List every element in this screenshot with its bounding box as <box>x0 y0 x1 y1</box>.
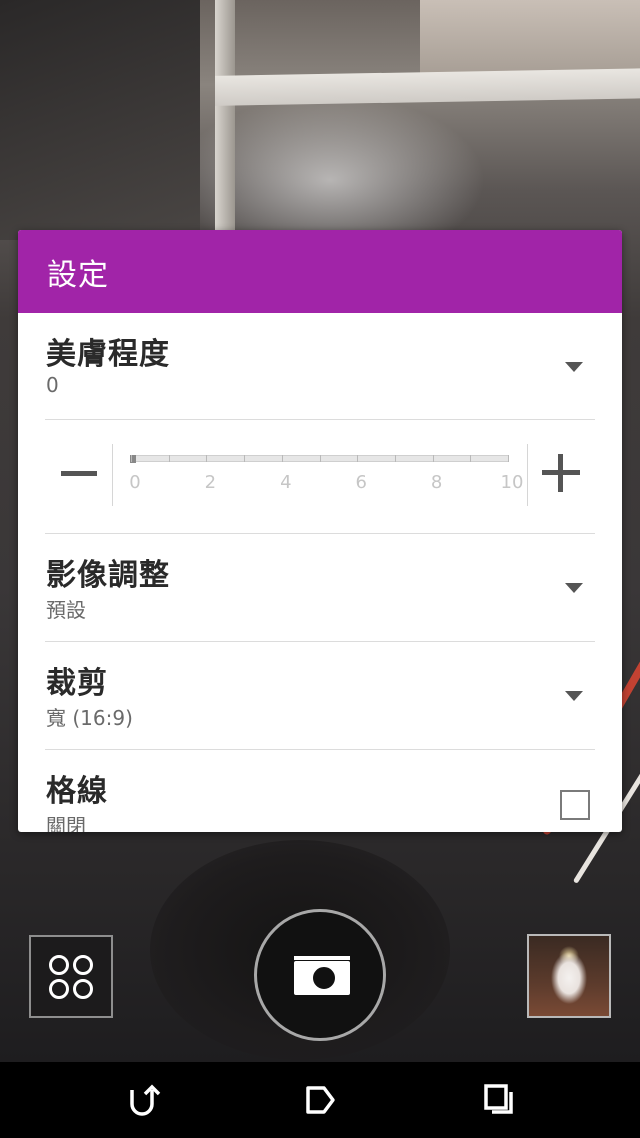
slider-tick <box>168 455 170 462</box>
crop-label: 裁剪 <box>46 666 108 701</box>
beauty-slider-row: 0 2 4 6 8 10 <box>45 420 595 534</box>
image-adjust-value: 預設 <box>46 598 86 622</box>
grid-lines-checkbox[interactable] <box>560 790 590 820</box>
recent-apps-button[interactable] <box>478 1082 518 1118</box>
settings-title: 設定 <box>47 257 109 293</box>
shutter-button[interactable] <box>254 909 386 1041</box>
four-circles-icon-part <box>73 955 93 975</box>
four-circles-icon-part <box>49 979 69 999</box>
settings-dialog: 設定 美膚程度 0 0 2 4 6 8 10 影像調整 預設 裁剪 寬 (16:… <box>18 230 622 832</box>
crop-row[interactable]: 裁剪 寬 (16:9) <box>45 642 595 750</box>
home-button[interactable] <box>300 1082 340 1118</box>
beauty-level-label: 美膚程度 <box>46 337 170 372</box>
home-tag-icon <box>306 1086 335 1114</box>
viewfinder-shadow <box>0 0 200 240</box>
triangle-down-icon[interactable] <box>565 691 583 701</box>
slider-tick-label: 4 <box>280 472 292 493</box>
image-adjust-row[interactable]: 影像調整 預設 <box>45 534 595 642</box>
viewfinder-post <box>215 0 235 240</box>
image-adjust-label: 影像調整 <box>46 558 170 593</box>
slider-tick-label: 0 <box>129 472 141 493</box>
back-button[interactable] <box>122 1082 162 1118</box>
viewfinder-bar <box>215 68 640 106</box>
mode-grid-button[interactable] <box>29 935 113 1018</box>
crop-value: 寬 (16:9) <box>46 706 133 730</box>
slider-tick <box>394 455 396 462</box>
slider-tick-label: 6 <box>355 472 367 493</box>
slider-tick <box>131 455 132 462</box>
divider-left <box>112 444 113 506</box>
slider-tick <box>206 455 208 462</box>
navigation-bar <box>0 1062 640 1138</box>
slider-tick <box>244 455 246 462</box>
slider-tick <box>357 455 359 462</box>
beauty-level-row[interactable]: 美膚程度 0 <box>45 313 595 420</box>
slider-tick-label: 8 <box>430 472 443 493</box>
camera-icon-top <box>294 956 350 960</box>
decrease-button[interactable] <box>45 440 113 506</box>
four-circles-icon-part <box>73 979 93 999</box>
grid-lines-label: 格線 <box>46 774 108 809</box>
slider-tick-label: 10 <box>500 472 524 493</box>
grid-lines-row[interactable]: 格線 關閉 <box>45 750 595 832</box>
triangle-down-icon[interactable] <box>565 583 583 593</box>
settings-list: 美膚程度 0 0 2 4 6 8 10 影像調整 預設 裁剪 寬 (16:9) … <box>18 313 622 832</box>
triangle-down-icon[interactable] <box>565 362 583 372</box>
slider-tick <box>319 455 321 462</box>
plus-icon-stem <box>558 454 563 492</box>
increase-button[interactable] <box>527 440 595 506</box>
beauty-slider[interactable] <box>130 455 509 463</box>
slider-tick <box>432 455 434 462</box>
gallery-thumbnail[interactable] <box>527 934 611 1018</box>
slider-tick <box>470 455 472 462</box>
slider-tick-label: 2 <box>204 472 217 493</box>
recent-apps-icon <box>484 1084 513 1114</box>
slider-tick <box>508 455 509 462</box>
beauty-level-value: 0 <box>46 373 59 397</box>
minus-icon <box>61 470 97 476</box>
grid-lines-value: 關閉 <box>46 814 86 832</box>
back-arrow-icon <box>130 1084 161 1116</box>
camera-lens-icon <box>309 963 339 993</box>
settings-header: 設定 <box>18 230 622 313</box>
slider-tick <box>281 455 283 462</box>
four-circles-icon <box>49 955 69 975</box>
